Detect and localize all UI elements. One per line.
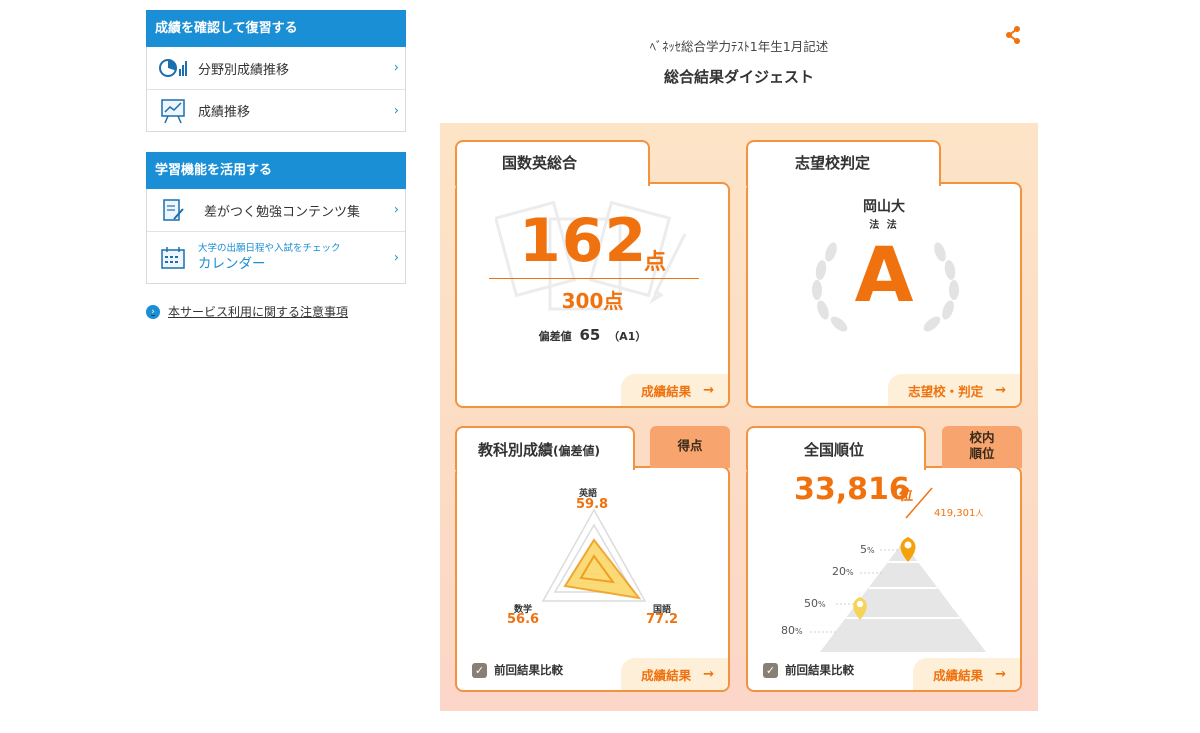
arrow-right-icon: → bbox=[995, 382, 1006, 398]
arrow-right-icon: → bbox=[703, 666, 714, 682]
total-score-card: 162 点 300点 偏差値 65 （A1） 成績結果 → bbox=[455, 182, 730, 408]
badge-line: 校内 bbox=[969, 430, 995, 445]
pie-chart-icon bbox=[158, 55, 188, 81]
rank-result-button[interactable]: 成績結果 → bbox=[913, 658, 1020, 690]
arrow-right-icon: → bbox=[703, 382, 714, 398]
level-unit: % bbox=[795, 627, 803, 636]
level-value: 20 bbox=[832, 565, 846, 578]
deviation-value: 65 bbox=[579, 326, 601, 344]
school-rank-toggle-tab[interactable]: 校内 順位 bbox=[942, 426, 1022, 468]
score-divider bbox=[489, 278, 699, 279]
button-label: 志望校・判定 bbox=[908, 383, 984, 399]
study-section-heading: 学習機能を活用する bbox=[146, 152, 406, 189]
school-judgement-button[interactable]: 志望校・判定 → bbox=[888, 374, 1020, 406]
calendar-sublabel: 大学の出願日程や入試をチェック bbox=[198, 243, 341, 254]
national-rank-card: 33,816 位 419,301人 5% 20% 50% 80% ✓ 前回結果比… bbox=[746, 466, 1022, 692]
total-score-value: 162 bbox=[519, 206, 648, 276]
sidebar-item-calendar[interactable]: 大学の出願日程や入試をチェック カレンダー › bbox=[147, 231, 405, 283]
tab-joint bbox=[457, 180, 648, 188]
share-icon[interactable] bbox=[1003, 25, 1023, 45]
school-name: 岡山大 bbox=[863, 199, 905, 215]
title-main: 教科別成績 bbox=[478, 441, 554, 459]
compare-previous-checkbox[interactable]: ✓ 前回結果比較 bbox=[763, 662, 854, 678]
compare-label: 前回結果比較 bbox=[785, 663, 854, 677]
school-judgement-card: 岡山大 法 法 A 志望校・判定 → bbox=[746, 182, 1022, 408]
rank-value: 33,816 bbox=[794, 472, 910, 507]
compare-previous-checkbox[interactable]: ✓ 前回結果比較 bbox=[472, 662, 563, 678]
chevron-right-icon: › bbox=[393, 60, 399, 76]
deviation-grade: （A1） bbox=[608, 330, 647, 343]
badge-line: 順位 bbox=[969, 446, 995, 461]
chevron-right-icon: › bbox=[393, 202, 399, 218]
school-faculty: 法 法 bbox=[869, 220, 899, 231]
chevron-right-icon: › bbox=[393, 103, 399, 118]
level-value: 5 bbox=[860, 543, 867, 556]
sidebar-item-study-contents[interactable]: 差がつく勉強コンテンツ集 › bbox=[147, 189, 405, 231]
subject-value-math: 56.6 bbox=[507, 612, 540, 627]
page-title: 総合結果ダイジェスト bbox=[663, 68, 814, 86]
subject-value-english: 59.8 bbox=[576, 497, 609, 512]
school-judgement-title: 志望校判定 bbox=[795, 154, 871, 172]
rank-pyramid bbox=[810, 537, 986, 652]
sidebar-item-label: カレンダー bbox=[198, 256, 266, 272]
button-label: 成績結果 bbox=[933, 667, 984, 683]
button-label: 成績結果 bbox=[641, 383, 692, 399]
subject-scores-card: 英語 59.8 国語 77.2 数学 56.6 ✓ 前回結果比較 成績結果 → bbox=[455, 466, 730, 692]
slash-divider bbox=[905, 487, 933, 519]
review-menu: 分野別成績推移 › 成績推移 › bbox=[146, 47, 406, 132]
arrow-circle-icon: › bbox=[146, 304, 160, 319]
subject-value-japanese: 77.2 bbox=[646, 612, 679, 627]
deviation-line: 偏差値 65 （A1） bbox=[457, 326, 728, 344]
checkbox-checked-icon: ✓ bbox=[763, 662, 778, 678]
level-5: 5% bbox=[860, 543, 875, 556]
sidebar-item-field-trend[interactable]: 分野別成績推移 › bbox=[147, 47, 405, 89]
exam-title: ﾍﾞﾈｯｾ総合学力ﾃｽﾄ1年生1月記述 bbox=[649, 39, 829, 54]
score-result-button[interactable]: 成績結果 → bbox=[621, 374, 728, 406]
level-unit: % bbox=[846, 568, 854, 577]
notebook-pen-icon bbox=[158, 197, 188, 223]
total-value: 419,301 bbox=[934, 508, 976, 519]
level-80: 80% bbox=[781, 624, 803, 637]
notice-label: 本サービス利用に関する注意事項 bbox=[168, 305, 349, 319]
level-unit: % bbox=[818, 600, 826, 609]
tab-joint bbox=[748, 464, 924, 472]
level-50: 50% bbox=[804, 597, 826, 610]
total-score-title: 国数英総合 bbox=[502, 154, 578, 172]
sidebar-item-label: 差がつく勉強コンテンツ集 bbox=[204, 204, 361, 220]
review-section-heading: 成績を確認して復習する bbox=[146, 10, 406, 47]
level-value: 80 bbox=[781, 624, 795, 637]
subject-result-button[interactable]: 成績結果 → bbox=[621, 658, 728, 690]
checkbox-checked-icon: ✓ bbox=[472, 662, 487, 678]
service-notice-link[interactable]: › 本サービス利用に関する注意事項 bbox=[146, 303, 348, 320]
national-rank-title: 全国順位 bbox=[804, 441, 865, 459]
line-chart-board-icon bbox=[158, 98, 188, 124]
sidebar-item-label: 分野別成績推移 bbox=[198, 62, 290, 78]
chevron-right-icon: › bbox=[393, 250, 399, 265]
total-unit: 人 bbox=[975, 509, 984, 518]
arrow-right-icon: → bbox=[995, 666, 1006, 682]
score-toggle-tab[interactable]: 得点 bbox=[650, 426, 730, 468]
sidebar-item-score-trend[interactable]: 成績推移 › bbox=[147, 89, 405, 131]
total-examinees: 419,301人 bbox=[934, 508, 983, 519]
title-sub: (偏差値) bbox=[553, 444, 600, 458]
deviation-label: 偏差値 bbox=[538, 330, 572, 343]
level-20: 20% bbox=[832, 565, 854, 578]
study-menu: 差がつく勉強コンテンツ集 › 大学の出願日程や入試をチェック カレンダー › bbox=[146, 189, 406, 284]
tab-joint bbox=[748, 180, 939, 188]
level-value: 50 bbox=[804, 597, 818, 610]
total-score-unit: 点 bbox=[644, 250, 667, 275]
calendar-icon bbox=[158, 245, 188, 271]
compare-label: 前回結果比較 bbox=[494, 663, 563, 677]
level-unit: % bbox=[867, 546, 875, 555]
sidebar-item-label: 成績推移 bbox=[198, 105, 251, 120]
tab-joint bbox=[457, 464, 633, 472]
judgement-grade: A bbox=[854, 230, 914, 319]
subject-scores-title: 教科別成績(偏差値) bbox=[478, 439, 600, 460]
total-max-score: 300点 bbox=[561, 289, 624, 313]
button-label: 成績結果 bbox=[641, 667, 692, 683]
